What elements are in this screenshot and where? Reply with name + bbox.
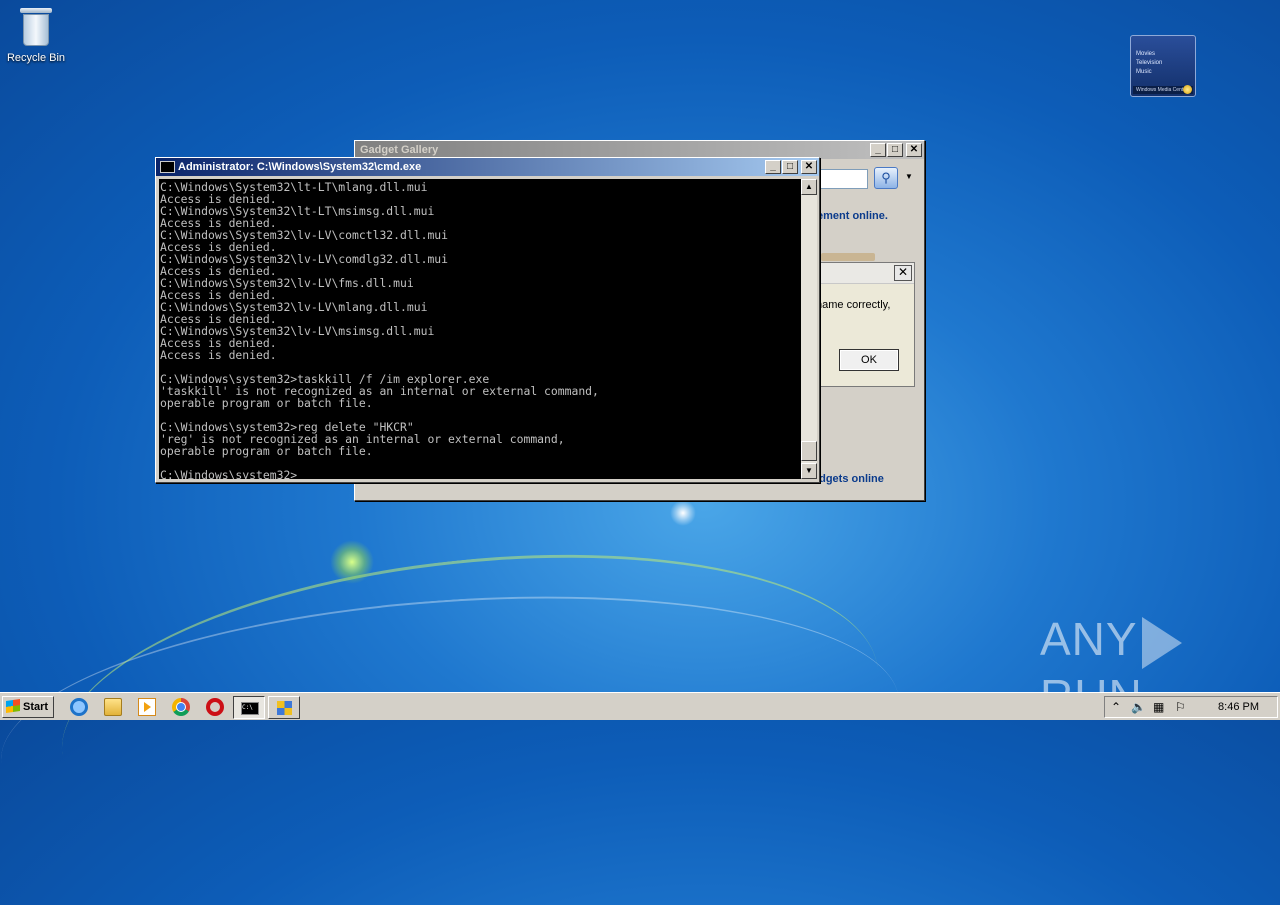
- play-icon: [1141, 616, 1182, 669]
- minimize-button[interactable]: _: [870, 143, 886, 157]
- scroll-up-icon[interactable]: ▲: [801, 179, 817, 195]
- chrome-icon[interactable]: [172, 698, 190, 716]
- gadget-play-icon[interactable]: [1183, 85, 1192, 94]
- console-line: operable program or batch file.: [160, 444, 373, 458]
- maximize-button[interactable]: □: [887, 143, 903, 157]
- recycle-bin-label: Recycle Bin: [6, 52, 66, 64]
- gadget-thumbnail[interactable]: [821, 253, 875, 261]
- media-player-icon[interactable]: [138, 698, 156, 716]
- window-title: Administrator: C:\Windows\System32\cmd.e…: [178, 161, 422, 173]
- flag-icon[interactable]: ⚐: [1175, 700, 1186, 714]
- maximize-button[interactable]: □: [782, 160, 798, 174]
- chevron-down-icon[interactable]: ▼: [905, 172, 913, 181]
- cmd-icon: C:\: [241, 702, 259, 715]
- network-icon[interactable]: ▦: [1153, 700, 1164, 714]
- gadget-item-music[interactable]: Music: [1131, 68, 1195, 77]
- chevron-up-icon[interactable]: ⌃: [1111, 700, 1121, 714]
- media-center-gadget[interactable]: Movies Television Music Windows Media Ce…: [1130, 35, 1196, 97]
- window-title: Gadget Gallery: [360, 144, 439, 156]
- gadget-search-input[interactable]: [820, 169, 868, 189]
- close-button[interactable]: ✕: [801, 160, 817, 174]
- console-line: C:\Windows\system32>: [160, 468, 298, 479]
- system-tray: ⌃ 🔈 ▦ ⚐ 8:46 PM: [1104, 696, 1278, 718]
- gadget-item-movies[interactable]: Movies: [1131, 36, 1195, 59]
- wallpaper-glow: [330, 540, 374, 584]
- console-line: operable program or batch file.: [160, 396, 373, 410]
- cmd-window-icon: [160, 161, 175, 173]
- internet-explorer-icon[interactable]: [70, 698, 88, 716]
- watermark-left: ANY: [1040, 613, 1138, 665]
- start-label: Start: [23, 701, 49, 713]
- taskbar: Start C:\ ⌃ 🔈 ▦ ⚐ 8:46 PM: [0, 692, 1280, 720]
- cmd-window[interactable]: Administrator: C:\Windows\System32\cmd.e…: [155, 157, 820, 483]
- taskbar-item-gadget-gallery[interactable]: [268, 696, 300, 719]
- gadget-gallery-icon: [277, 701, 292, 715]
- error-dialog[interactable]: ✕ name correctly, OK: [815, 262, 915, 387]
- gadget-item-television[interactable]: Television: [1131, 59, 1195, 68]
- speaker-icon[interactable]: 🔈: [1131, 700, 1146, 714]
- recycle-bin-shortcut[interactable]: Recycle Bin: [4, 6, 68, 64]
- get-more-gadgets-link[interactable]: ement online.: [817, 210, 888, 222]
- opera-icon[interactable]: [206, 698, 224, 716]
- vertical-scrollbar[interactable]: ▲ ▼: [801, 179, 817, 479]
- taskbar-item-cmd[interactable]: C:\: [233, 696, 265, 719]
- close-button[interactable]: ✕: [906, 143, 922, 157]
- search-icon[interactable]: ⚲: [874, 167, 898, 189]
- dialog-message: name correctly,: [816, 299, 891, 311]
- minimize-button[interactable]: _: [765, 160, 781, 174]
- clock[interactable]: 8:46 PM: [1218, 701, 1259, 713]
- folder-icon[interactable]: [104, 698, 122, 716]
- wallpaper-glow: [670, 500, 696, 526]
- start-button[interactable]: Start: [2, 696, 54, 718]
- console-output[interactable]: C:\Windows\System32\lt-LT\mlang.dll.mui A…: [159, 179, 804, 479]
- get-gadgets-online-link[interactable]: adgets online: [813, 473, 884, 485]
- ok-button[interactable]: OK: [839, 349, 899, 371]
- cmd-titlebar[interactable]: Administrator: C:\Windows\System32\cmd.e…: [156, 158, 819, 176]
- recycle-bin-icon: [19, 6, 53, 48]
- scroll-thumb[interactable]: [801, 441, 817, 461]
- dialog-close-button[interactable]: ✕: [894, 265, 912, 281]
- scroll-down-icon[interactable]: ▼: [801, 463, 817, 479]
- console-line: Access is denied.: [160, 348, 277, 362]
- windows-logo-icon: [6, 699, 20, 713]
